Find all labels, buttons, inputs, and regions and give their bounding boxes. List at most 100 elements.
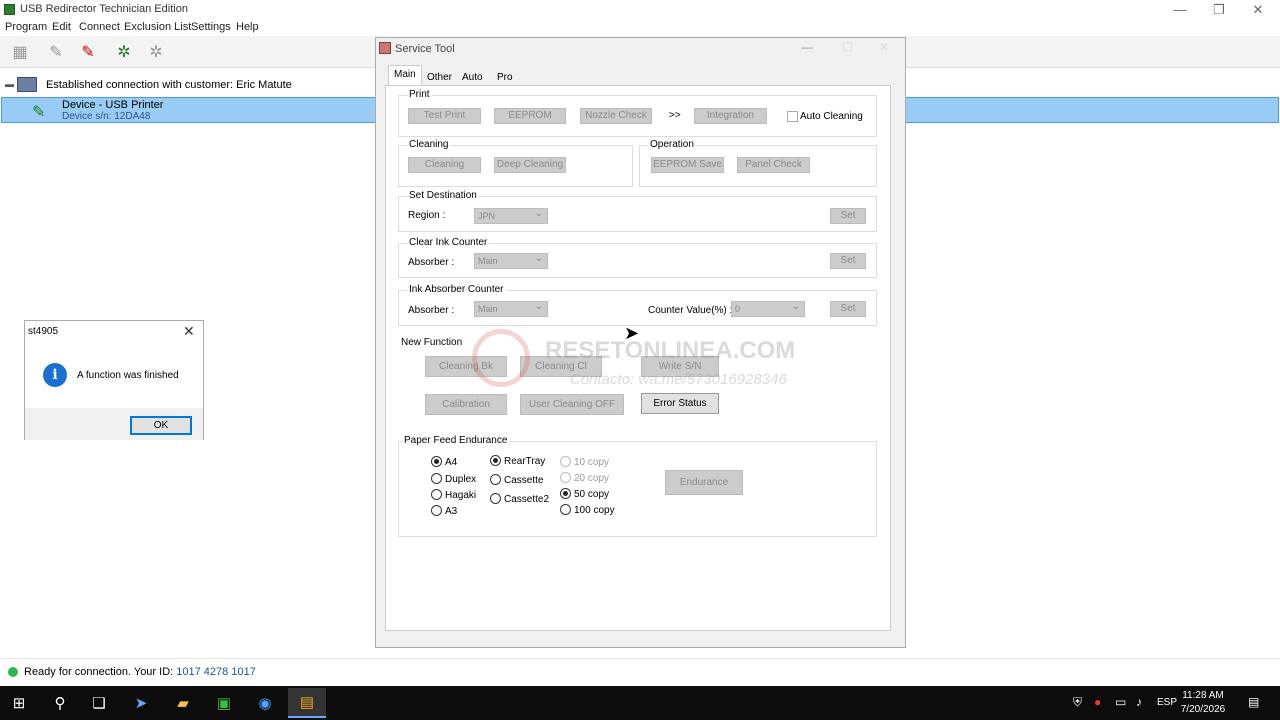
connect-icon[interactable]: ✎ xyxy=(43,40,69,64)
radio-reartray[interactable] xyxy=(490,455,501,466)
restore-icon[interactable]: ❐ xyxy=(1209,2,1229,18)
source-cassette-label: Cassette xyxy=(504,475,544,486)
set-absorber-counter-button[interactable]: Set xyxy=(830,301,866,317)
menu-help[interactable]: Help xyxy=(236,21,259,33)
device-serial: Device s/n: 12DA48 xyxy=(62,111,151,122)
size-duplex-label: Duplex xyxy=(445,474,477,485)
deep-cleaning-button[interactable]: Deep Cleaning xyxy=(494,157,566,173)
taskbar: ⊞ ⚲ ❏ ➤ ▰ ▣ ◉ ▤ ⛨ ● ▭ ♪ ESP 11:28 AM 7/2… xyxy=(0,686,1280,720)
test-print-button[interactable]: Test Print xyxy=(408,108,481,124)
paper-feed-endurance-group xyxy=(398,441,877,537)
close-icon[interactable]: ✕ xyxy=(1248,2,1268,18)
set-destination-label: Set Destination xyxy=(407,190,479,201)
close-icon: ✕ xyxy=(879,40,890,54)
usb-device-icon: ✎ xyxy=(32,104,46,121)
disconnect-icon[interactable]: ✎ xyxy=(75,40,101,64)
radio-a3[interactable] xyxy=(431,505,442,516)
close-icon[interactable]: ✕ xyxy=(183,323,195,340)
mouse-cursor-icon: ➤ xyxy=(624,323,640,343)
menu-edit[interactable]: Edit xyxy=(52,21,71,33)
file-explorer-icon[interactable]: ▰ xyxy=(164,688,202,718)
task-view-icon[interactable]: ❏ xyxy=(80,688,118,718)
share-icon[interactable]: ✲ xyxy=(111,40,137,64)
search-icon[interactable]: ⚲ xyxy=(41,688,79,718)
service-tool-taskbar-icon[interactable]: ▤ xyxy=(288,688,326,718)
error-status-button[interactable]: Error Status xyxy=(641,393,719,414)
operation-group-label: Operation xyxy=(648,139,696,150)
tab-main[interactable]: Main xyxy=(388,65,422,87)
copy-20-label: 20 copy xyxy=(574,473,610,484)
menu-program[interactable]: Program xyxy=(5,21,47,33)
panel-check-button[interactable]: Panel Check xyxy=(737,157,810,173)
user-cleaning-off-button[interactable]: User Cleaning OFF xyxy=(520,394,624,415)
radio-a4[interactable] xyxy=(431,456,442,467)
integration-button[interactable]: Integration xyxy=(694,108,767,124)
size-a4-label: A4 xyxy=(445,457,458,468)
counter-value-select[interactable]: 0 xyxy=(731,300,805,317)
new-function-label: New Function xyxy=(401,337,463,348)
dialog-message: A function was finished xyxy=(77,370,179,381)
menu-settings[interactable]: Settings xyxy=(191,21,231,33)
notifications-icon[interactable]: ▤ xyxy=(1248,695,1259,709)
watermark-text: RESETONLINEA.COM xyxy=(545,337,796,364)
radio-cassette[interactable] xyxy=(490,474,501,485)
maximize-icon: ☐ xyxy=(842,40,853,54)
counter-absorber-select[interactable]: Main xyxy=(474,300,548,317)
watermark-contact: Contacto: wa.me/573016928346 xyxy=(570,371,787,388)
tray-network-icon[interactable]: ▭ xyxy=(1115,695,1126,709)
size-hagaki-label: Hagaki xyxy=(445,490,477,501)
radio-100-copy[interactable] xyxy=(560,504,571,515)
radio-hagaki[interactable] xyxy=(431,489,442,500)
tray-volume-icon[interactable]: ♪ xyxy=(1136,695,1142,709)
settings-icon[interactable]: ✲ xyxy=(143,40,169,64)
ink-absorber-counter-label: Ink Absorber Counter xyxy=(407,284,506,295)
ok-button[interactable]: OK xyxy=(130,416,192,435)
cleaning-group-label: Cleaning xyxy=(407,139,451,150)
region-label: Region : xyxy=(408,210,446,221)
tray-alert-icon[interactable]: ● xyxy=(1094,695,1101,709)
tray-clock[interactable]: 11:28 AM 7/20/2026 xyxy=(1180,689,1226,717)
auto-cleaning-checkbox[interactable] xyxy=(787,111,798,122)
device-name: Device - USB Printer xyxy=(62,99,164,111)
radio-10-copy xyxy=(560,456,571,467)
radio-duplex[interactable] xyxy=(431,473,442,484)
dialog-title: st4905 xyxy=(28,326,59,337)
powershell-icon[interactable]: ➤ xyxy=(122,688,160,718)
tray-security-icon[interactable]: ⛨ xyxy=(1073,695,1082,710)
cleaning-button[interactable]: Cleaning xyxy=(408,157,481,173)
browser-icon[interactable]: ◉ xyxy=(246,688,284,718)
radio-cassette2[interactable] xyxy=(490,493,501,504)
clear-ink-counter-group xyxy=(398,243,877,278)
nozzle-check-button[interactable]: Nozzle Check xyxy=(580,108,652,124)
region-select[interactable]: JPN xyxy=(474,207,548,224)
endurance-button[interactable]: Endurance xyxy=(665,470,743,495)
absorber-label: Absorber : xyxy=(408,305,455,316)
source-cassette2-label: Cassette2 xyxy=(504,494,550,505)
start-icon[interactable]: ⊞ xyxy=(0,688,38,718)
eeprom-save-button[interactable]: EEPROM Save xyxy=(651,157,724,173)
set-clear-counter-button[interactable]: Set xyxy=(830,253,866,269)
clear-absorber-select[interactable]: Main xyxy=(474,252,548,269)
service-tool-icon xyxy=(379,42,391,54)
tray-language[interactable]: ESP xyxy=(1157,697,1177,708)
set-region-button[interactable]: Set xyxy=(830,208,866,224)
status-ok-icon xyxy=(8,667,18,677)
status-id: 1017 4278 1017 xyxy=(176,666,256,678)
computer-icon xyxy=(17,77,37,92)
app-icon xyxy=(4,4,15,15)
minimize-icon[interactable]: — xyxy=(1170,2,1190,17)
app-green-icon[interactable]: ▣ xyxy=(205,688,243,718)
eeprom-button[interactable]: EEPROM xyxy=(494,108,566,124)
radio-50-copy[interactable] xyxy=(560,488,571,499)
calibration-button[interactable]: Calibration xyxy=(425,394,507,415)
collapse-icon[interactable]: ▬ xyxy=(5,79,14,89)
connection-label: Established connection with customer: Er… xyxy=(46,79,292,91)
copy-50-label: 50 copy xyxy=(574,489,610,500)
add-server-icon[interactable]: ▦ xyxy=(7,40,33,64)
tree-root-connection[interactable]: ▬ Established connection with customer: … xyxy=(0,76,370,94)
message-dialog: st4905 ✕ i A function was finished OK xyxy=(24,320,204,440)
menu-connect[interactable]: Connect xyxy=(79,21,120,33)
app-title: USB Redirector Technician Edition xyxy=(20,3,188,15)
menu-exclusion-list[interactable]: Exclusion List xyxy=(124,21,191,33)
minimize-icon[interactable]: — xyxy=(801,40,813,54)
